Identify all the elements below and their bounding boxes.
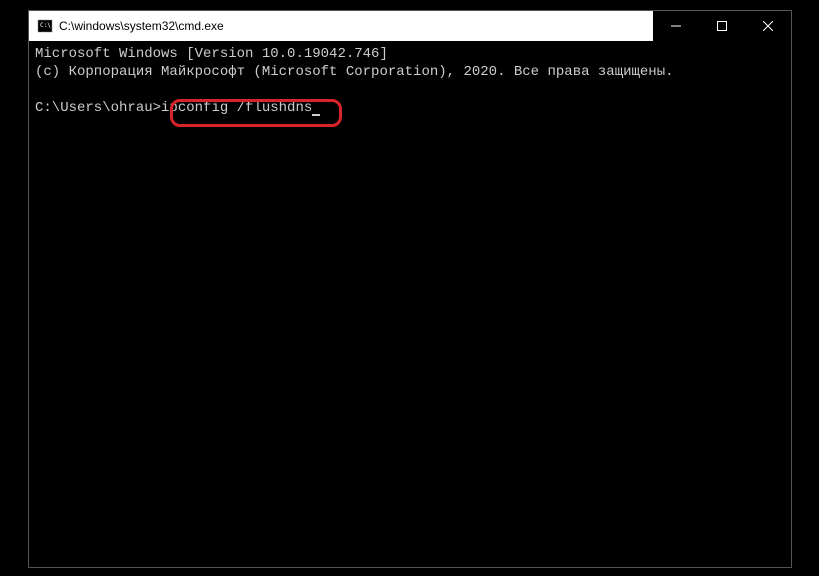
window-controls [653, 11, 791, 41]
prompt: C:\Users\ohrau> [35, 100, 161, 116]
cmd-icon: C:\ [37, 18, 53, 34]
command-input[interactable]: ipconfig /flushdns [161, 100, 312, 116]
minimize-button[interactable] [653, 11, 699, 41]
maximize-button[interactable] [699, 11, 745, 41]
titlebar[interactable]: C:\ C:\windows\system32\cmd.exe [29, 11, 791, 41]
terminal-content[interactable]: Microsoft Windows [Version 10.0.19042.74… [29, 41, 791, 121]
titlebar-left: C:\ C:\windows\system32\cmd.exe [37, 18, 224, 34]
window-title: C:\windows\system32\cmd.exe [59, 19, 224, 33]
version-line: Microsoft Windows [Version 10.0.19042.74… [35, 46, 388, 62]
cursor [312, 114, 320, 116]
cmd-window: C:\ C:\windows\system32\cmd.exe [28, 10, 792, 568]
copyright-line: (c) Корпорация Майкрософт (Microsoft Cor… [35, 64, 674, 80]
svg-text:C:\: C:\ [40, 22, 51, 29]
close-button[interactable] [745, 11, 791, 41]
